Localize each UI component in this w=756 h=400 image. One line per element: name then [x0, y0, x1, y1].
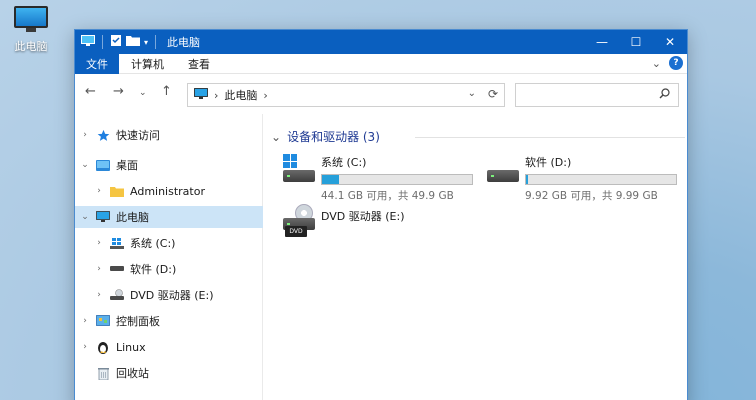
- collapse-group-icon[interactable]: ⌄: [271, 130, 281, 144]
- sidebar-item-administrator[interactable]: › Administrator: [75, 180, 263, 202]
- drive-usage-bar: [321, 174, 473, 185]
- close-button[interactable]: ✕: [653, 30, 687, 54]
- ribbon-tabs: 文件 计算机 查看 ⌄ ?: [75, 53, 687, 74]
- sidebar-item-software-d[interactable]: › 软件 (D:): [75, 258, 263, 280]
- forward-button[interactable]: →: [113, 84, 124, 99]
- sidebar-item-quick-access[interactable]: › 快速访问: [75, 124, 263, 146]
- tab-view[interactable]: 查看: [176, 56, 222, 72]
- expand-arrow-icon[interactable]: ›: [93, 264, 105, 274]
- sidebar-item-dvd-e[interactable]: › DVD 驱动器 (E:): [75, 284, 263, 306]
- help-icon[interactable]: ?: [669, 56, 683, 70]
- drive-name: DVD 驱动器 (E:): [321, 210, 405, 223]
- group-divider: [415, 137, 685, 138]
- sidebar-item-linux[interactable]: › Linux: [75, 336, 263, 358]
- drive-free-space: 44.1 GB 可用，共 49.9 GB: [321, 190, 454, 202]
- tab-computer[interactable]: 计算机: [119, 56, 176, 72]
- minimize-button[interactable]: —: [585, 30, 619, 54]
- desktop-folder-icon: [95, 158, 111, 172]
- star-icon: [95, 128, 111, 142]
- sidebar-item-label: 快速访问: [116, 129, 160, 142]
- sidebar-item-label: 控制面板: [116, 315, 160, 328]
- recent-locations-button[interactable]: ⌄: [139, 88, 147, 98]
- content-pane: ⌄ 设备和驱动器 (3) 系统 (C:) 44.1 GB 可用，共 49.9 G…: [265, 114, 687, 400]
- sidebar-item-control-panel[interactable]: › 控制面板: [75, 310, 263, 332]
- properties-icon[interactable]: [110, 34, 122, 50]
- control-panel-icon: [95, 314, 111, 328]
- expand-arrow-icon[interactable]: ›: [93, 238, 105, 248]
- drive-d[interactable]: 软件 (D:) 9.92 GB 可用，共 9.99 GB: [485, 152, 677, 203]
- sidebar-item-label: DVD 驱动器 (E:): [130, 289, 214, 302]
- windows-drive-icon: [109, 236, 125, 250]
- breadcrumb-separator[interactable]: ›: [263, 89, 267, 102]
- computer-icon: [194, 87, 208, 103]
- breadcrumb-separator[interactable]: ›: [214, 89, 218, 102]
- navigation-pane: › 快速访问 ⌄ 桌面 › Administrator ⌄ 此电脑 › 系统 (…: [75, 114, 263, 400]
- desktop-icon-label: 此电脑: [14, 40, 48, 53]
- back-button[interactable]: ←: [85, 84, 96, 99]
- expand-arrow-icon[interactable]: ›: [93, 186, 105, 196]
- drive-name: 系统 (C:): [321, 156, 367, 169]
- expand-arrow-icon[interactable]: ›: [79, 316, 91, 326]
- maximize-button[interactable]: ☐: [619, 30, 653, 54]
- drive-name: 软件 (D:): [525, 156, 572, 169]
- user-folder-icon: [109, 184, 125, 198]
- expand-arrow-icon[interactable]: ›: [79, 342, 91, 352]
- sidebar-item-label: 桌面: [116, 159, 138, 172]
- collapse-arrow-icon[interactable]: ⌄: [79, 160, 91, 170]
- file-explorer-window: ▾ 此电脑 — ☐ ✕ 文件 计算机 查看 ⌄ ? ← → ⌄ ↑ › 此电脑 …: [74, 29, 688, 400]
- expand-arrow-icon[interactable]: ›: [93, 290, 105, 300]
- sidebar-item-label: Linux: [116, 340, 146, 354]
- address-bar[interactable]: › 此电脑 › ⌄ ⟳: [187, 83, 505, 107]
- search-input[interactable]: [515, 83, 679, 107]
- drive-icon: [109, 262, 125, 276]
- drive-free-space: 9.92 GB 可用，共 9.99 GB: [525, 190, 658, 202]
- windows-drive-icon: [281, 152, 317, 188]
- sidebar-item-recycle-bin[interactable]: 回收站: [75, 362, 263, 384]
- drive-usage-bar: [525, 174, 677, 185]
- breadcrumb-this-pc[interactable]: 此电脑: [224, 87, 257, 103]
- expand-ribbon-icon[interactable]: ⌄: [652, 57, 661, 70]
- recycle-bin-icon: [95, 366, 111, 380]
- window-title: 此电脑: [167, 36, 201, 49]
- sidebar-item-desktop[interactable]: ⌄ 桌面: [75, 154, 263, 176]
- address-dropdown-icon[interactable]: ⌄: [468, 88, 476, 99]
- sidebar-item-this-pc[interactable]: ⌄ 此电脑: [75, 206, 263, 228]
- sidebar-item-label: 系统 (C:): [130, 237, 176, 250]
- dvd-drive-icon: DVD: [281, 204, 317, 240]
- group-header-devices[interactable]: ⌄ 设备和驱动器 (3): [271, 128, 380, 145]
- quick-access-toolbar-dropdown-icon[interactable]: ▾: [144, 38, 148, 47]
- new-folder-icon[interactable]: [126, 35, 140, 49]
- search-icon: [659, 88, 670, 102]
- group-title: 设备和驱动器 (3): [287, 130, 380, 144]
- sidebar-item-label: 回收站: [116, 367, 149, 380]
- tab-file[interactable]: 文件: [75, 53, 119, 74]
- dvd-drive-icon: [109, 288, 125, 302]
- linux-icon: [95, 340, 111, 354]
- title-bar[interactable]: ▾ 此电脑 — ☐ ✕: [75, 30, 687, 54]
- expand-arrow-icon[interactable]: ›: [79, 130, 91, 140]
- drive-c[interactable]: 系统 (C:) 44.1 GB 可用，共 49.9 GB: [281, 152, 473, 203]
- up-button[interactable]: ↑: [161, 84, 172, 99]
- computer-icon: [95, 210, 111, 224]
- refresh-icon[interactable]: ⟳: [488, 87, 498, 101]
- navigation-bar: ← → ⌄ ↑ › 此电脑 › ⌄ ⟳: [75, 74, 687, 114]
- monitor-icon: [14, 6, 48, 32]
- drive-dvd-e[interactable]: DVD DVD 驱动器 (E:): [281, 204, 405, 240]
- sidebar-item-label: Administrator: [130, 184, 205, 198]
- desktop-this-pc-icon[interactable]: 此电脑: [8, 6, 54, 54]
- collapse-arrow-icon[interactable]: ⌄: [79, 212, 91, 222]
- dvd-badge: DVD: [285, 226, 307, 237]
- drive-icon: [485, 152, 521, 188]
- sidebar-item-label: 此电脑: [116, 211, 149, 224]
- sidebar-item-label: 软件 (D:): [130, 263, 177, 276]
- sidebar-item-system-c[interactable]: › 系统 (C:): [75, 232, 263, 254]
- computer-icon: [81, 34, 95, 50]
